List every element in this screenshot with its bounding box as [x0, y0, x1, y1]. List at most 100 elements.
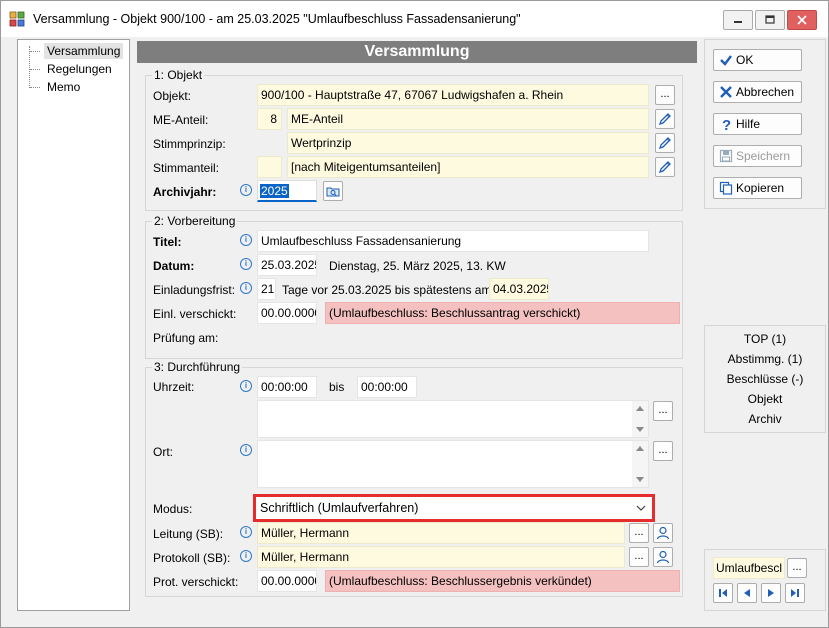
protokoll-more-button[interactable]: ... — [629, 547, 649, 567]
link-abstimmung[interactable]: Abstimmg. (1) — [705, 352, 825, 366]
info-icon[interactable]: i — [240, 526, 252, 538]
page-title: Versammlung — [137, 41, 697, 63]
tree-connector — [29, 46, 30, 88]
scroll-down-icon[interactable] — [636, 477, 644, 482]
bis-label: bis — [329, 380, 345, 394]
maximize-button[interactable] — [755, 10, 785, 30]
nav-item-versammlung[interactable]: Versammlung — [44, 43, 124, 59]
kopieren-label: Kopieren — [736, 181, 785, 195]
first-record-button[interactable] — [713, 583, 733, 603]
ort-label: Ort: — [153, 445, 173, 459]
link-archiv[interactable]: Archiv — [705, 412, 825, 426]
stimmanteil-field[interactable]: [nach Miteigentumsanteilen] — [287, 156, 649, 178]
abbrechen-button[interactable]: Abbrechen — [713, 81, 802, 103]
scrollbar[interactable] — [632, 441, 648, 487]
protokoll-person-button[interactable] — [653, 547, 673, 567]
me-anteil-label: ME-Anteil: — [153, 113, 209, 127]
einladungsfrist-date-field[interactable]: 04.03.2025 — [489, 278, 549, 300]
scroll-down-icon[interactable] — [636, 427, 644, 432]
ort-textarea-1[interactable] — [257, 400, 649, 438]
info-icon[interactable]: i — [240, 380, 252, 392]
scroll-up-icon[interactable] — [636, 406, 644, 411]
einladungsfrist-field[interactable]: 21 — [257, 278, 276, 300]
info-icon[interactable]: i — [240, 444, 252, 456]
ort-more-button-1[interactable]: ... — [653, 401, 673, 421]
first-icon — [719, 589, 727, 597]
modus-select[interactable]: Schriftlich (Umlaufverfahren) — [253, 494, 655, 522]
main-window: Versammlung - Objekt 900/100 - am 25.03.… — [0, 0, 829, 628]
me-anteil-edit-button[interactable] — [655, 109, 675, 129]
uhrzeit-label: Uhrzeit: — [153, 380, 195, 394]
leitung-label: Leitung (SB): — [153, 527, 224, 541]
pencil-icon — [658, 113, 671, 126]
einl-verschickt-label: Einl. verschickt: — [153, 307, 237, 321]
archivjahr-field[interactable]: 2025 — [257, 180, 317, 202]
ort-textarea-2[interactable] — [257, 440, 649, 488]
protokoll-field[interactable]: Müller, Hermann — [257, 546, 625, 568]
me-anteil-number-field[interactable]: 8 — [257, 108, 282, 130]
minimize-button[interactable] — [723, 10, 753, 30]
speichern-button[interactable]: Speichern — [713, 145, 802, 167]
scroll-up-icon[interactable] — [636, 446, 644, 451]
link-objekt[interactable]: Objekt — [705, 392, 825, 406]
objekt-legend: 1: Objekt — [152, 68, 205, 82]
archiv-folder-button[interactable] — [323, 181, 343, 201]
modus-value: Schriftlich (Umlaufverfahren) — [260, 501, 419, 515]
stimmanteil-edit-button[interactable] — [655, 157, 675, 177]
person-icon — [656, 526, 670, 540]
uhrzeit-to-field[interactable]: 00:00:00 — [357, 376, 417, 398]
nav-item-regelungen[interactable]: Regelungen — [44, 61, 115, 77]
abbrechen-label: Abbrechen — [736, 85, 795, 99]
leitung-more-button[interactable]: ... — [629, 523, 649, 543]
info-icon[interactable]: i — [240, 234, 252, 246]
einl-verschickt-field[interactable]: 00.00.0000 — [257, 302, 317, 324]
objekt-field[interactable]: 900/100 - Hauptstraße 47, 67067 Ludwigsh… — [257, 84, 649, 106]
kopieren-button[interactable]: Kopieren — [713, 177, 802, 199]
svg-text:?: ? — [722, 117, 731, 131]
leitung-person-button[interactable] — [653, 523, 673, 543]
me-anteil-field[interactable]: ME-Anteil — [287, 108, 649, 130]
stimmanteil-number-field[interactable] — [257, 156, 282, 178]
stimmprinzip-field[interactable]: Wertprinzip — [287, 132, 649, 154]
link-beschluesse[interactable]: Beschlüsse (-) — [705, 372, 825, 386]
durchfuehrung-legend: 3: Durchführung — [152, 360, 243, 374]
datum-text: Dienstag, 25. März 2025, 13. KW — [329, 259, 506, 273]
titel-field[interactable]: Umlaufbeschluss Fassadensanierung — [257, 230, 649, 252]
einl-verschickt-status: (Umlaufbeschluss: Beschlussantrag versch… — [325, 302, 680, 324]
protokoll-label: Protokoll (SB): — [153, 551, 231, 565]
close-button[interactable] — [787, 10, 817, 30]
hilfe-label: Hilfe — [736, 117, 761, 131]
uhrzeit-from-field[interactable]: 00:00:00 — [257, 376, 317, 398]
modus-label: Modus: — [153, 502, 193, 516]
save-icon — [718, 148, 734, 164]
prot-verschickt-field[interactable]: 00.00.0000 — [257, 570, 317, 592]
info-icon[interactable]: i — [240, 282, 252, 294]
vorbereitung-legend: 2: Vorbereitung — [152, 214, 238, 228]
record-nav-group: Umlaufbescl ... — [704, 549, 826, 611]
nav-item-memo[interactable]: Memo — [44, 79, 83, 95]
last-record-button[interactable] — [785, 583, 805, 603]
leitung-field[interactable]: Müller, Hermann — [257, 522, 625, 544]
checkmark-icon — [718, 52, 734, 68]
link-top[interactable]: TOP (1) — [705, 332, 825, 346]
record-more-button[interactable]: ... — [787, 558, 807, 578]
info-icon[interactable]: i — [240, 258, 252, 270]
previous-record-button[interactable] — [737, 583, 757, 603]
scrollbar[interactable] — [632, 401, 648, 437]
ok-button[interactable]: OK — [713, 49, 802, 71]
record-field[interactable]: Umlaufbescl — [713, 557, 785, 579]
next-record-button[interactable] — [761, 583, 781, 603]
speichern-label: Speichern — [736, 149, 791, 163]
next-icon — [768, 589, 774, 597]
window-title: Versammlung - Objekt 900/100 - am 25.03.… — [33, 12, 521, 26]
hilfe-button[interactable]: ? Hilfe — [713, 113, 802, 135]
datum-field[interactable]: 25.03.2025 — [257, 254, 317, 276]
previous-icon — [744, 589, 750, 597]
folder-search-icon — [326, 187, 340, 197]
info-icon[interactable]: i — [240, 550, 252, 562]
copy-icon — [718, 180, 734, 196]
objekt-more-button[interactable]: ... — [655, 85, 675, 105]
ort-more-button-2[interactable]: ... — [653, 441, 673, 461]
stimmprinzip-edit-button[interactable] — [655, 133, 675, 153]
info-icon[interactable]: i — [240, 184, 252, 196]
